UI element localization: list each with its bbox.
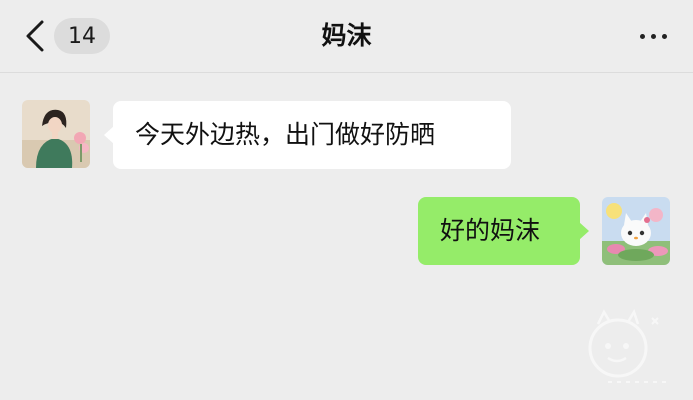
contact-avatar[interactable] bbox=[22, 100, 90, 168]
incoming-message-bubble[interactable]: 今天外边热，出门做好防晒 bbox=[104, 101, 511, 169]
watermark-graphic bbox=[588, 309, 668, 383]
self-avatar[interactable] bbox=[602, 197, 670, 265]
chat-title: 妈沫 bbox=[321, 21, 372, 50]
more-options-button[interactable] bbox=[631, 20, 675, 52]
ellipsis-icon bbox=[639, 33, 645, 39]
chat-header: 14 妈沫 bbox=[0, 0, 693, 73]
outgoing-message-bubble[interactable]: 好的妈沫 bbox=[418, 197, 589, 265]
contact-avatar-image bbox=[22, 100, 90, 168]
self-avatar-image bbox=[602, 197, 670, 265]
